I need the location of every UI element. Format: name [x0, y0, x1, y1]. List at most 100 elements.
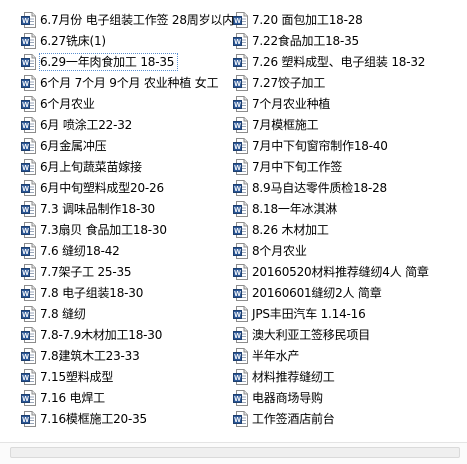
svg-text:W: W [22, 60, 29, 67]
svg-text:W: W [234, 123, 241, 130]
svg-text:W: W [22, 375, 29, 382]
file-name-label: 材料推荐缝纫工 [252, 369, 335, 384]
word-document-icon: W [233, 11, 249, 28]
file-name-label: JPS丰田汽车 1.14-16 [252, 306, 366, 321]
file-item[interactable]: W 工作签酒店前台 [233, 408, 456, 429]
file-item[interactable]: W 7.27饺子加工 [233, 72, 456, 93]
file-item[interactable]: W 7.3 调味品制作18-30 [21, 198, 228, 219]
svg-text:W: W [234, 291, 241, 298]
file-item[interactable]: W 7月模框施工 [233, 114, 456, 135]
svg-text:W: W [22, 354, 29, 361]
word-document-icon: W [233, 179, 249, 196]
svg-text:W: W [22, 186, 29, 193]
word-document-icon: W [21, 284, 37, 301]
word-document-icon: W [21, 179, 37, 196]
scrollbar-divider [0, 442, 467, 443]
svg-text:W: W [234, 207, 241, 214]
word-document-icon: W [233, 200, 249, 217]
file-item[interactable]: W 7.7架子工 25-35 [21, 261, 228, 282]
file-name-label: 工作签酒店前台 [252, 411, 335, 426]
file-item[interactable]: W 6.27铣床(1) [21, 30, 228, 51]
file-item[interactable]: W 澳大利亚工签移民项目 [233, 324, 456, 345]
word-document-icon: W [233, 326, 249, 343]
file-item[interactable]: W 半年水产 [233, 345, 456, 366]
svg-text:W: W [22, 228, 29, 235]
file-name-label: 7.22食品加工18-35 [252, 33, 359, 48]
svg-text:W: W [234, 39, 241, 46]
file-item[interactable]: W 7.8 缝纫 [21, 303, 228, 324]
file-item[interactable]: W 材料推荐缝纫工 [233, 366, 456, 387]
file-item[interactable]: W 6月上旬蔬菜苗嫁接 [21, 156, 228, 177]
svg-text:W: W [22, 102, 29, 109]
file-name-label: 7.6 缝纫18-42 [40, 243, 120, 258]
svg-text:W: W [22, 249, 29, 256]
word-document-icon: W [21, 368, 37, 385]
file-item[interactable]: W 7.8建筑木工23-33 [21, 345, 228, 366]
file-item[interactable]: W 7月中下旬工作签 [233, 156, 456, 177]
horizontal-scrollbar[interactable] [0, 442, 467, 464]
file-name-label: 7月模框施工 [252, 117, 319, 132]
word-document-icon: W [21, 263, 37, 280]
svg-text:W: W [22, 207, 29, 214]
word-document-icon: W [21, 389, 37, 406]
word-document-icon: W [233, 158, 249, 175]
file-item[interactable]: W 6个月农业 [21, 93, 228, 114]
horizontal-scrollbar-thumb[interactable] [10, 447, 460, 458]
file-item[interactable]: W 7.8 电子组装18-30 [21, 282, 228, 303]
file-item[interactable]: W 7.16模框施工20-35 [21, 408, 228, 429]
svg-text:W: W [22, 312, 29, 319]
word-document-icon: W [233, 137, 249, 154]
file-item[interactable]: W 6个月 7个月 9个月 农业种植 女工 [21, 72, 228, 93]
svg-text:W: W [22, 18, 29, 25]
file-name-label: 7.3 调味品制作18-30 [40, 201, 155, 216]
word-document-icon: W [21, 32, 37, 49]
file-item[interactable]: W 20160601缝纫2人 简章 [233, 282, 456, 303]
file-item[interactable]: W 7.20 面包加工18-28 [233, 9, 456, 30]
file-name-label: 7.16 电焊工 [40, 390, 105, 405]
svg-text:W: W [22, 81, 29, 88]
svg-text:W: W [234, 333, 241, 340]
file-item[interactable]: W 8.18一年冰淇淋 [233, 198, 456, 219]
file-name-label: 7个月农业种植 [252, 96, 331, 111]
svg-text:W: W [234, 60, 241, 67]
file-item[interactable]: W 8个月农业 [233, 240, 456, 261]
file-item[interactable]: W 7.15塑料成型 [21, 366, 228, 387]
file-item[interactable]: W 8.26 木材加工 [233, 219, 456, 240]
file-item[interactable]: W 7.8-7.9木材加工18-30 [21, 324, 228, 345]
svg-text:W: W [22, 291, 29, 298]
svg-text:W: W [234, 165, 241, 172]
word-document-icon: W [233, 32, 249, 49]
file-item[interactable]: W 7.3扇贝 食品加工18-30 [21, 219, 228, 240]
svg-text:W: W [22, 123, 29, 130]
file-item[interactable]: W 7月中下旬窗帘制作18-40 [233, 135, 456, 156]
svg-text:W: W [22, 396, 29, 403]
file-item[interactable]: W 6月金属冲压 [21, 135, 228, 156]
file-item[interactable]: W 20160520材料推荐缝纫4人 简章 [233, 261, 456, 282]
file-name-label: 7.20 面包加工18-28 [252, 12, 363, 27]
file-item[interactable]: W 7.22食品加工18-35 [233, 30, 456, 51]
file-name-label: 半年水产 [252, 348, 300, 363]
word-document-icon: W [233, 74, 249, 91]
file-item[interactable]: W 7.16 电焊工 [21, 387, 228, 408]
svg-text:W: W [234, 228, 241, 235]
file-list-view: W 6.7月份 电子组装工作签 28周岁以内 W 6.27铣床(1) W 6.29一年肉食… [0, 0, 460, 438]
file-name-label: 6月金属冲压 [40, 138, 107, 153]
svg-text:W: W [234, 102, 241, 109]
file-item[interactable]: W 6月中旬塑料成型20-26 [21, 177, 228, 198]
file-name-label: 6.27铣床(1) [40, 33, 106, 48]
file-column-right: W 7.20 面包加工18-28 W 7.22食品加工18-35 W 7.26 塑料成型、… [228, 0, 456, 438]
file-item[interactable]: W 6.29一年肉食加工 18-35 [21, 51, 228, 72]
file-item[interactable]: W 7.6 缝纫18-42 [21, 240, 228, 261]
word-document-icon: W [21, 11, 37, 28]
file-item[interactable]: W 8.9马自达零件质检18-28 [233, 177, 456, 198]
file-name-label: 20160520材料推荐缝纫4人 简章 [252, 264, 429, 279]
file-item[interactable]: W 6.7月份 电子组装工作签 28周岁以内 [21, 9, 234, 30]
file-item[interactable]: W 6月 喷涂工22-32 [21, 114, 228, 135]
file-item[interactable]: W JPS丰田汽车 1.14-16 [233, 303, 456, 324]
file-item[interactable]: W 电器商场导购 [233, 387, 456, 408]
file-item[interactable]: W 7.26 塑料成型、电子组装 18-32 [233, 51, 456, 72]
word-document-icon: W [21, 326, 37, 343]
svg-text:W: W [22, 417, 29, 424]
word-document-icon: W [233, 53, 249, 70]
file-item[interactable]: W 7个月农业种植 [233, 93, 456, 114]
